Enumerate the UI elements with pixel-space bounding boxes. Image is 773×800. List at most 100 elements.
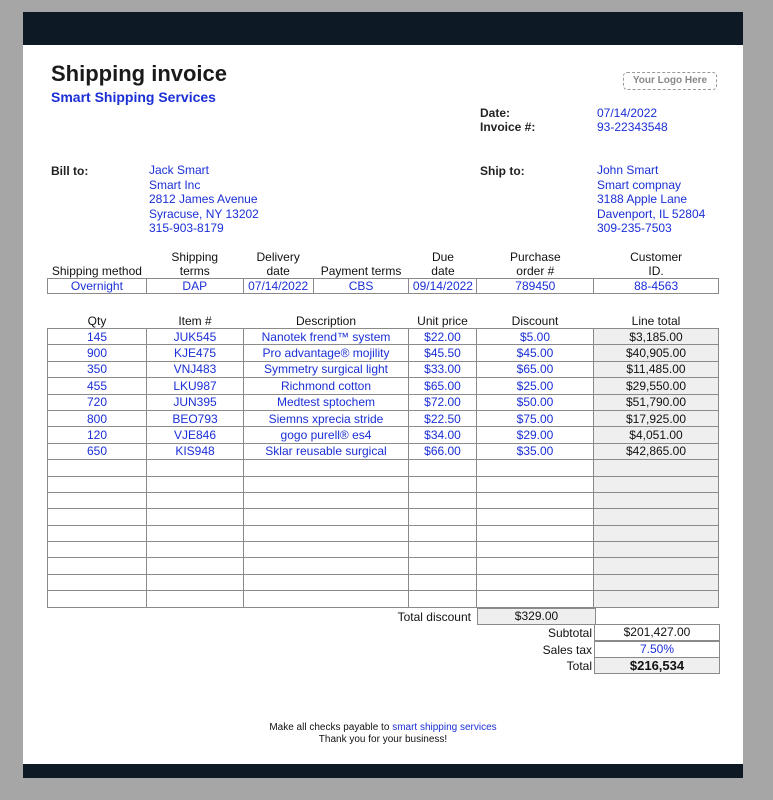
- customer-id-value: 88-4563: [593, 278, 719, 294]
- line-total-cell: $42,865.00: [593, 442, 719, 461]
- logo-placeholder: Your Logo Here: [623, 72, 717, 90]
- item-number-cell: [146, 590, 244, 608]
- line-total-cell: $29,550.00: [593, 377, 719, 395]
- discount-cell: [476, 573, 594, 592]
- discount-cell: [476, 459, 594, 477]
- unit-price-cell: $34.00: [408, 426, 477, 444]
- qty-cell: [47, 491, 147, 510]
- description-cell: Symmetry surgical light: [243, 360, 409, 379]
- description-cell: Siemns xprecia stride: [243, 409, 409, 428]
- due-date-value: 09/14/2022: [408, 278, 478, 294]
- unit-price-cell: [408, 524, 477, 543]
- description-cell: gogo purell® es4: [243, 426, 409, 444]
- discount-cell: $65.00: [476, 360, 594, 379]
- qty-cell: [47, 475, 147, 493]
- sales-tax-label: Sales tax: [542, 643, 592, 657]
- total-discount-value: $329.00: [477, 608, 596, 625]
- company-name: Smart Shipping Services: [51, 89, 216, 105]
- unit-price-cell: [408, 541, 477, 559]
- invoice-number-value: 93-22343548: [597, 120, 668, 134]
- unit-price-cell: $22.00: [408, 327, 477, 346]
- item-number-cell: [146, 573, 244, 592]
- description-cell: [243, 524, 409, 543]
- table-row: [47, 459, 719, 477]
- table-row: 720 JUN395 Medtest sptochem $72.00 $50.00 $51…: [47, 393, 719, 411]
- sales-tax-value: 7.50%: [594, 641, 720, 658]
- description-cell: [243, 541, 409, 559]
- col-description: Description: [295, 314, 357, 328]
- line-total-cell: [593, 557, 719, 575]
- unit-price-cell: [408, 508, 477, 526]
- line-total-cell: $17,925.00: [593, 409, 719, 428]
- bill-to-line: 2812 James Avenue: [149, 192, 258, 207]
- unit-price-cell: $45.50: [408, 344, 477, 362]
- table-row: [47, 557, 719, 575]
- unit-price-cell: $66.00: [408, 442, 477, 461]
- line-total-cell: $40,905.00: [593, 344, 719, 362]
- qty-cell: 455: [47, 377, 147, 395]
- ship-to-address: John Smart Smart compnay 3188 Apple Lane…: [597, 163, 705, 236]
- discount-cell: $25.00: [476, 377, 594, 395]
- footer-band: [23, 764, 743, 778]
- ship-to-line: Smart compnay: [597, 177, 682, 192]
- date-label: Date:: [480, 106, 511, 120]
- col-unit-price: Unit price: [417, 314, 468, 328]
- header-line: date: [431, 264, 455, 278]
- line-total-cell: [593, 475, 719, 493]
- description-cell: [243, 491, 409, 510]
- col-customer-id: Customer ID.: [594, 250, 719, 279]
- shipping-method-value: Overnight: [47, 278, 147, 294]
- unit-price-cell: $72.00: [408, 393, 477, 411]
- qty-cell: 350: [47, 360, 147, 379]
- subtotal-label: Subtotal: [547, 626, 592, 640]
- line-total-cell: $11,485.00: [593, 360, 719, 379]
- item-number-cell: KIS948: [146, 442, 244, 461]
- table-row: 350 VNJ483 Symmetry surgical light $33.00 $6…: [47, 360, 719, 379]
- bill-to-line: Jack Smart: [149, 163, 210, 177]
- qty-cell: [47, 459, 147, 477]
- unit-price-cell: [408, 459, 477, 477]
- unit-price-cell: $65.00: [408, 377, 477, 395]
- total-label: Total: [566, 659, 592, 673]
- item-number-cell: [146, 524, 244, 543]
- ship-to-label: Ship to:: [480, 164, 525, 178]
- unit-price-cell: [408, 557, 477, 575]
- unit-price-cell: $33.00: [408, 360, 477, 379]
- payable-note: Make all checks payable to smart shippin…: [23, 722, 743, 733]
- delivery-date-value: 07/14/2022: [242, 278, 314, 294]
- qty-cell: [47, 590, 147, 608]
- subtotal-value: $201,427.00: [594, 624, 720, 641]
- item-number-cell: JUK545: [146, 327, 244, 346]
- description-cell: Nanotek frend™ system: [243, 327, 409, 346]
- line-total-cell: $51,790.00: [593, 393, 719, 411]
- discount-cell: [476, 508, 594, 526]
- description-cell: Pro advantage® mojility: [243, 344, 409, 362]
- items-header-row: Qty Item # Description Unit price Discou…: [48, 312, 719, 329]
- qty-cell: 900: [47, 344, 147, 362]
- item-number-cell: KJE475: [146, 344, 244, 362]
- col-due-date: Due date: [409, 250, 477, 279]
- line-total-cell: [593, 541, 719, 559]
- qty-cell: [47, 557, 147, 575]
- header-line: terms: [179, 264, 210, 278]
- unit-price-cell: [408, 573, 477, 592]
- col-payment-terms: Payment terms: [320, 264, 402, 278]
- header-line: Purchase: [509, 250, 561, 264]
- bill-to-label: Bill to:: [51, 164, 89, 178]
- item-number-cell: [146, 541, 244, 559]
- table-row: [47, 590, 719, 608]
- item-number-cell: [146, 491, 244, 510]
- ship-to-line: 309-235-7503: [597, 221, 672, 236]
- table-row: [47, 491, 719, 510]
- col-item-number: Item #: [178, 314, 212, 328]
- shipping-values-row: Overnight DAP 07/14/2022 CBS 09/14/2022 …: [47, 278, 719, 294]
- item-number-cell: JUN395: [146, 393, 244, 411]
- qty-cell: 145: [47, 327, 147, 346]
- table-row: [47, 541, 719, 559]
- payable-prefix: Make all checks payable to: [269, 722, 390, 733]
- unit-price-cell: [408, 475, 477, 493]
- description-cell: Richmond cotton: [243, 377, 409, 395]
- unit-price-cell: [408, 491, 477, 510]
- table-row: 900 KJE475 Pro advantage® mojility $45.50 $4…: [47, 344, 719, 362]
- unit-price-cell: [408, 590, 477, 608]
